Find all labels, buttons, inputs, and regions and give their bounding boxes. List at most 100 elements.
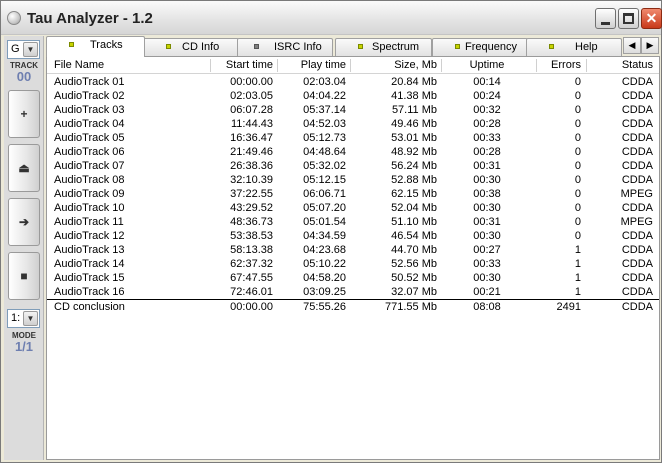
table-row[interactable]: AudioTrack 12 53:38.53 04:34.59 46.54 Mb 00:… xyxy=(47,229,659,243)
cell-size: 52.56 Mb xyxy=(391,258,437,270)
cell-status: MPEG xyxy=(620,216,653,228)
cell-status: CDDA xyxy=(621,286,653,298)
cell-errors: 0 xyxy=(574,188,581,200)
next-button[interactable]: ➔ xyxy=(8,198,40,246)
table-row[interactable]: AudioTrack 04 11:44.43 04:52.03 49.46 Mb 00:… xyxy=(47,117,659,131)
cell-start-time: 32:10.39 xyxy=(230,174,273,186)
cell-errors: 0 xyxy=(574,118,581,130)
cell-start-time: 21:49.46 xyxy=(230,146,273,158)
cell-start-time: 26:38.36 xyxy=(230,160,273,172)
tab-frequency[interactable]: Frequency xyxy=(432,38,528,56)
table-row[interactable]: AudioTrack 02 02:03.05 04:04.22 41.38 Mb 00:… xyxy=(47,89,659,103)
cell-play-time: 75:55.26 xyxy=(303,301,346,313)
close-button[interactable]: ✕ xyxy=(641,8,662,29)
cell-status: CDDA xyxy=(621,160,653,172)
tab-label: CD Info xyxy=(182,41,220,53)
table-row[interactable]: AudioTrack 01 00:00.00 02:03.04 20.84 Mb 00:… xyxy=(47,75,659,89)
cell-play-time: 03:09.25 xyxy=(303,286,346,298)
cell-play-time: 04:23.68 xyxy=(303,244,346,256)
cell-status: CDDA xyxy=(621,174,653,186)
cell-file-name: AudioTrack 13 xyxy=(54,244,125,256)
cell-file-name: AudioTrack 06 xyxy=(54,146,125,158)
cell-status: CDDA xyxy=(621,272,653,284)
cell-size: 771.55 Mb xyxy=(385,301,437,313)
column-header-file-name[interactable]: File Name xyxy=(54,59,104,71)
table-row[interactable]: AudioTrack 11 48:36.73 05:01.54 51.10 Mb 00:… xyxy=(47,215,659,229)
column-header-errors[interactable]: Errors xyxy=(537,59,581,71)
table-row[interactable]: AudioTrack 06 21:49.46 04:48.64 48.92 Mb 00:… xyxy=(47,145,659,159)
cell-uptime: 00:32 xyxy=(473,104,501,116)
stop-button[interactable]: ■ xyxy=(8,252,40,300)
tab-label: Help xyxy=(575,41,598,53)
tab-scroll-right-button[interactable]: ▶ xyxy=(641,37,659,54)
cell-start-time: 53:38.53 xyxy=(230,230,273,242)
table-row[interactable]: AudioTrack 07 26:38.36 05:32.02 56.24 Mb 00:… xyxy=(47,159,659,173)
track-select[interactable]: G ▼ xyxy=(7,40,40,59)
table-row[interactable]: AudioTrack 10 43:29.52 05:07.20 52.04 Mb 00:… xyxy=(47,201,659,215)
mode-select[interactable]: 1: ▼ xyxy=(7,309,40,328)
column-header-start-time[interactable]: Start time xyxy=(211,59,273,71)
add-button[interactable]: + xyxy=(8,90,40,138)
cell-start-time: 00:00.00 xyxy=(230,76,273,88)
cell-start-time: 11:44.43 xyxy=(230,118,273,130)
tab-help[interactable]: Help xyxy=(526,38,622,56)
cell-start-time: 16:36.47 xyxy=(230,132,273,144)
column-header-size[interactable]: Size, Mb xyxy=(351,59,437,71)
cell-play-time: 05:01.54 xyxy=(303,216,346,228)
table-row[interactable]: AudioTrack 08 32:10.39 05:12.15 52.88 Mb 00:… xyxy=(47,173,659,187)
table-row[interactable]: AudioTrack 09 37:22.55 06:06.71 62.15 Mb 00:… xyxy=(47,187,659,201)
track-select-value: G xyxy=(11,43,20,55)
column-header-uptime[interactable]: Uptime xyxy=(442,59,532,71)
track-list-panel: File Name Start time Play time Size, Mb … xyxy=(46,56,660,460)
table-row[interactable]: AudioTrack 13 58:13.38 04:23.68 44.70 Mb 00:… xyxy=(47,243,659,257)
chevron-down-icon[interactable]: ▼ xyxy=(23,311,38,326)
cell-play-time: 05:37.14 xyxy=(303,104,346,116)
maximize-button[interactable] xyxy=(618,8,639,29)
cell-status: CDDA xyxy=(621,132,653,144)
cell-uptime: 00:28 xyxy=(473,118,501,130)
cell-file-name: AudioTrack 04 xyxy=(54,118,125,130)
table-row[interactable]: AudioTrack 14 62:37.32 05:10.22 52.56 Mb 00:… xyxy=(47,257,659,271)
cell-size: 50.52 Mb xyxy=(391,272,437,284)
window-title: Tau Analyzer - 1.2 xyxy=(27,10,153,27)
cell-errors: 0 xyxy=(574,146,581,158)
cell-play-time: 05:10.22 xyxy=(303,258,346,270)
cell-uptime: 00:31 xyxy=(473,160,501,172)
table-row[interactable]: AudioTrack 03 06:07.28 05:37.14 57.11 Mb 00:… xyxy=(47,103,659,117)
cell-start-time: 02:03.05 xyxy=(230,90,273,102)
tab-tracks[interactable]: Tracks xyxy=(46,36,145,57)
tab-spectrum[interactable]: Spectrum xyxy=(335,38,432,56)
table-row[interactable]: AudioTrack 15 67:47.55 04:58.20 50.52 Mb 00:… xyxy=(47,271,659,285)
table-row[interactable]: AudioTrack 05 16:36.47 05:12.73 53.01 Mb 00:… xyxy=(47,131,659,145)
cell-play-time: 04:04.22 xyxy=(303,90,346,102)
cell-size: 62.15 Mb xyxy=(391,188,437,200)
cell-uptime: 00:30 xyxy=(473,272,501,284)
app-icon xyxy=(7,11,21,25)
cell-uptime: 00:33 xyxy=(473,258,501,270)
title-bar[interactable]: Tau Analyzer - 1.2 ✕ xyxy=(1,1,662,35)
cell-uptime: 00:27 xyxy=(473,244,501,256)
cell-start-time: 72:46.01 xyxy=(230,286,273,298)
column-header-status[interactable]: Status xyxy=(587,59,653,71)
column-header-play-time[interactable]: Play time xyxy=(278,59,346,71)
app-window: Tau Analyzer - 1.2 ✕ G ▼ TRACK 00 + ⏏ ➔ … xyxy=(0,0,662,463)
tab-scroll-left-button[interactable]: ◀ xyxy=(623,37,641,54)
cell-uptime: 00:28 xyxy=(473,146,501,158)
tab-cd-info[interactable]: CD Info xyxy=(143,38,239,56)
table-row-conclusion[interactable]: CD conclusion 00:00.00 75:55.26 771.55 Mb 08… xyxy=(47,299,659,314)
eject-button[interactable]: ⏏ xyxy=(8,144,40,192)
tab-led-icon xyxy=(69,42,74,47)
minimize-button[interactable] xyxy=(595,8,616,29)
table-row[interactable]: AudioTrack 16 72:46.01 03:09.25 32.07 Mb 00:… xyxy=(47,285,659,299)
cell-start-time: 06:07.28 xyxy=(230,104,273,116)
cell-play-time: 04:48.64 xyxy=(303,146,346,158)
cell-size: 52.04 Mb xyxy=(391,202,437,214)
tab-isrc-info[interactable]: ISRC Info xyxy=(237,38,333,56)
cell-file-name: AudioTrack 08 xyxy=(54,174,125,186)
cell-status: CDDA xyxy=(621,90,653,102)
tab-label: ISRC Info xyxy=(274,41,322,53)
cell-uptime: 00:30 xyxy=(473,230,501,242)
tab-label: Spectrum xyxy=(372,41,420,53)
chevron-down-icon[interactable]: ▼ xyxy=(23,42,38,57)
plus-icon: + xyxy=(20,107,28,121)
